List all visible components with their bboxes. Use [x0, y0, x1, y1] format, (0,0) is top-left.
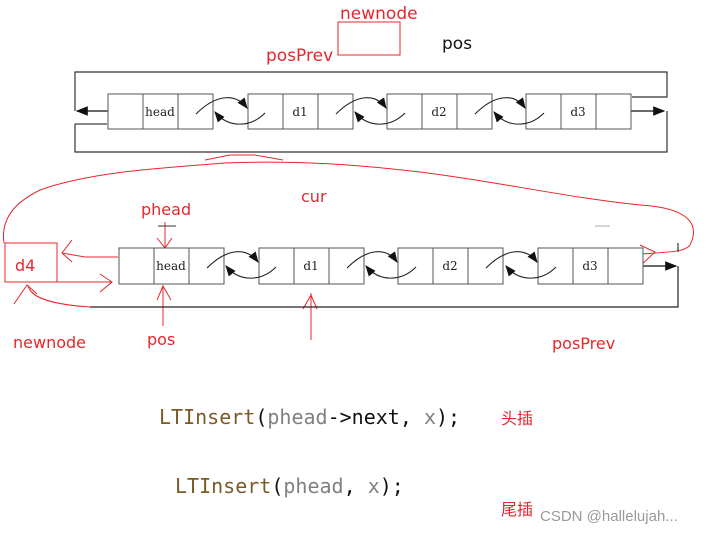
top-node-d1-label: d1 — [292, 105, 307, 119]
code-paren: ( — [271, 474, 284, 498]
bottom-diagram: d4 head d1 d2 d3 — [3, 161, 694, 340]
code-comma: , — [399, 405, 424, 429]
bottom-node-d3-label: d3 — [582, 259, 597, 273]
bottom-node-head-label: head — [156, 259, 186, 273]
code-line-head-insert: LTInsert(phead->next, x); — [159, 405, 460, 429]
bottom-label-newnode: newnode — [13, 333, 86, 352]
top-diagram: head d1 d2 d3 — [74, 21, 668, 161]
top-label-pos: pos — [442, 34, 473, 54]
code-member: ->next — [327, 405, 400, 429]
top-node-d3-label: d3 — [570, 105, 585, 119]
bottom-label-cur: cur — [301, 187, 327, 206]
code-line-tail-insert: LTInsert(phead, x); — [175, 474, 404, 498]
code-fn: LTInsert — [175, 474, 272, 498]
top-label-posprev: posPrev — [266, 46, 334, 66]
bottom-label-posprev: posPrev — [552, 334, 616, 353]
diagram-canvas: head d1 d2 d3 d4 head d1 d2 d3 — [3, 21, 694, 340]
code-arg: phead — [283, 474, 344, 498]
top-node-d2-label: d2 — [431, 105, 446, 119]
code-paren: ( — [255, 405, 268, 429]
bottom-red-arrow-to-d4 — [61, 252, 118, 258]
code-comma: , — [343, 474, 368, 498]
bottom-red-loop — [3, 161, 694, 255]
bottom-newnode-value: d4 — [15, 256, 35, 275]
top-red-stroke — [204, 154, 284, 161]
top-newnode-box — [337, 21, 401, 56]
code-arg: x — [367, 474, 380, 498]
note-head-insert: 头插 — [501, 409, 534, 428]
bottom-label-phead: phead — [141, 200, 192, 219]
bottom-label-pos: pos — [147, 330, 176, 349]
bottom-node-d1-label: d1 — [303, 259, 318, 273]
bottom-node-d2-label: d2 — [442, 259, 457, 273]
code-fn: LTInsert — [159, 405, 256, 429]
top-label-newnode: newnode — [340, 4, 418, 24]
note-tail-insert: 尾插 — [501, 500, 534, 519]
code-arg: x — [423, 405, 436, 429]
watermark: CSDN @hallelujah... — [540, 508, 678, 525]
top-node-head-label: head — [145, 105, 175, 119]
code-close: ); — [379, 474, 404, 498]
code-close: ); — [435, 405, 461, 429]
code-arg: phead — [267, 405, 328, 429]
